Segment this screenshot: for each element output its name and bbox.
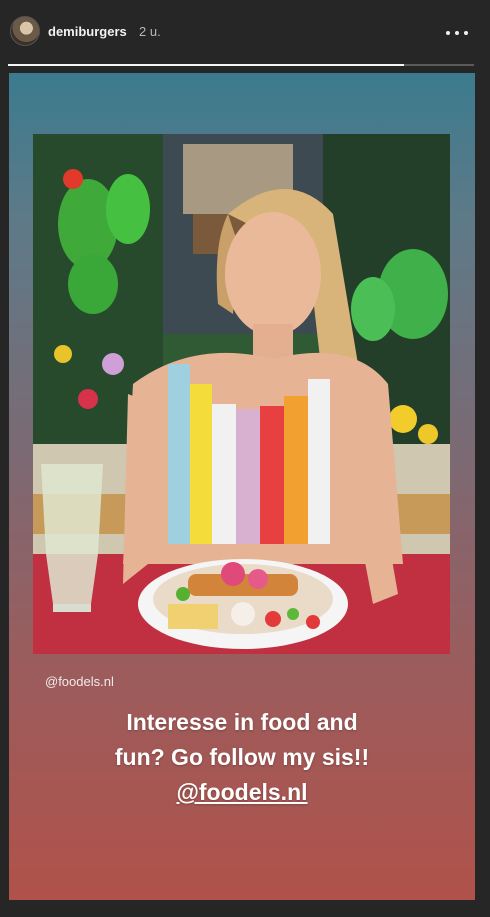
story-caption: Interesse in food and fun? Go follow my …: [9, 705, 475, 810]
photo-illustration: [33, 134, 450, 654]
story-canvas[interactable]: @foodels.nl Interesse in food and fun? G…: [9, 73, 475, 900]
story-progress-bar: [8, 64, 474, 66]
timestamp: 2 u.: [139, 24, 161, 39]
small-mention-tag[interactable]: @foodels.nl: [45, 674, 114, 689]
story-header: demiburgers 2 u.: [0, 0, 490, 62]
more-options-icon[interactable]: [446, 30, 468, 35]
caption-mention-link: @foodels.nl: [9, 775, 475, 810]
story-progress-fill: [8, 64, 405, 66]
username[interactable]: demiburgers: [48, 24, 127, 39]
caption-line-1: Interesse in food and: [126, 709, 358, 735]
avatar[interactable]: [10, 16, 40, 46]
story-photo: [33, 134, 450, 654]
mention-link[interactable]: @foodels.nl: [176, 779, 307, 805]
caption-line-2: fun? Go follow my sis!!: [114, 744, 370, 770]
